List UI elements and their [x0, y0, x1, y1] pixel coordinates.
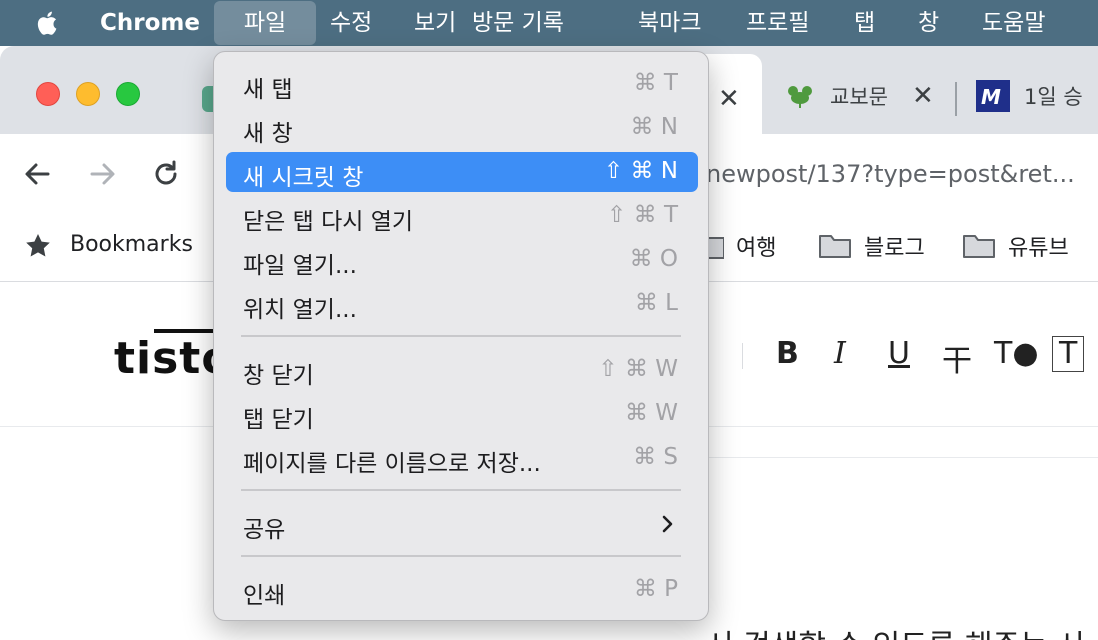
menu-item-label: 공유: [243, 517, 286, 543]
menu-item-label: 새 탭: [243, 77, 293, 103]
toolbar-divider: [742, 343, 743, 369]
divider: [706, 457, 1098, 458]
menu-item-close-window[interactable]: 창 닫기 ⇧ ⌘ W: [226, 350, 698, 390]
menu-help[interactable]: 도움말: [968, 0, 1059, 46]
menu-chrome[interactable]: Chrome: [86, 0, 214, 46]
menu-item-label: 인쇄: [243, 583, 286, 609]
kyobo-favicon-icon: [788, 86, 812, 108]
menu-item-shortcut: ⌘ W: [624, 400, 678, 426]
tab-close-icon[interactable]: ✕: [718, 84, 740, 114]
menu-window[interactable]: 창: [904, 0, 953, 46]
bookmark-folder-label: 블로그: [864, 236, 925, 261]
bookmark-folder-youtube[interactable]: 유튜브: [962, 230, 1069, 262]
apple-logo-icon[interactable]: [34, 8, 62, 38]
menu-separator: [241, 489, 681, 491]
menu-item-shortcut: ⌘ O: [629, 246, 678, 272]
tab-mbc[interactable]: M 1일 승: [976, 76, 1098, 116]
menu-item-label: 닫은 탭 다시 열기: [243, 209, 414, 235]
menu-item-label: 탭 닫기: [243, 407, 314, 433]
file-menu-dropdown: 새 탭 ⌘ T 새 창 ⌘ N 새 시크릿 창 ⇧ ⌘ N 닫은 탭 다시 열기…: [213, 51, 709, 621]
bookmark-folder-travel[interactable]: 여행: [706, 230, 776, 262]
menu-item-shortcut: ⇧ ⌘ T: [607, 202, 678, 228]
menu-item-shortcut: ⌘ S: [633, 444, 678, 470]
menu-item-new-window[interactable]: 새 창 ⌘ N: [226, 108, 698, 148]
svg-text:M: M: [981, 85, 1001, 109]
star-icon: [26, 234, 50, 257]
menu-item-share[interactable]: 공유: [226, 504, 698, 544]
maximize-window-button[interactable]: [116, 82, 140, 106]
menu-item-label: 새 창: [243, 121, 293, 147]
tab-title: 1일 승: [1024, 85, 1083, 109]
tab-title: 교보문: [830, 85, 888, 109]
chevron-right-icon: [662, 515, 673, 533]
close-window-button[interactable]: [36, 82, 60, 106]
address-bar-text[interactable]: newpost/137?type=post&ret...: [706, 160, 1075, 188]
text-background-button[interactable]: T: [1052, 336, 1085, 372]
menu-item-new-incognito-window[interactable]: 새 시크릿 창 ⇧ ⌘ N: [226, 152, 698, 192]
text-color-button[interactable]: T●: [994, 336, 1039, 371]
menu-bookmarks[interactable]: 북마크: [624, 0, 715, 46]
menu-item-shortcut: ⇧ ⌘ N: [603, 158, 678, 184]
folder-icon: [819, 235, 851, 258]
menu-item-label: 페이지를 다른 이름으로 저장...: [243, 451, 541, 477]
underline-button[interactable]: U: [888, 336, 910, 371]
menu-item-label: 파일 열기...: [243, 253, 357, 279]
menu-item-save-page-as[interactable]: 페이지를 다른 이름으로 저장... ⌘ S: [226, 438, 698, 478]
menu-item-print[interactable]: 인쇄 ⌘ P: [226, 570, 698, 610]
italic-button[interactable]: I: [834, 336, 846, 371]
menu-file[interactable]: 파일: [214, 1, 316, 45]
mbc-favicon-icon: M: [976, 80, 1010, 112]
menu-item-close-tab[interactable]: 탭 닫기 ⌘ W: [226, 394, 698, 434]
menu-tab[interactable]: 탭: [840, 0, 889, 46]
menu-item-shortcut: ⌘ N: [630, 114, 678, 140]
bold-button[interactable]: B: [776, 336, 799, 371]
bookmark-folder-label: 여행: [736, 236, 777, 261]
forward-arrow-icon[interactable]: [82, 154, 122, 194]
minimize-window-button[interactable]: [76, 82, 100, 106]
menu-item-shortcut: ⌘ T: [633, 70, 678, 96]
bookmarks-label[interactable]: Bookmarks: [70, 232, 193, 257]
bookmark-folder-blog[interactable]: 블로그: [818, 230, 925, 262]
menu-item-label: 위치 열기...: [243, 297, 357, 323]
menu-profile[interactable]: 프로필: [732, 0, 823, 46]
menu-item-shortcut: ⌘ P: [633, 576, 678, 602]
menu-item-reopen-closed-tab[interactable]: 닫은 탭 다시 열기 ⇧ ⌘ T: [226, 196, 698, 236]
menu-history[interactable]: 방문 기록: [458, 0, 578, 46]
strikethrough-button[interactable]: 干: [942, 336, 972, 380]
folder-icon: [963, 235, 995, 258]
tab-close-icon[interactable]: ✕: [912, 81, 934, 111]
menu-item-shortcut: ⌘ L: [634, 290, 678, 316]
menu-edit[interactable]: 수정: [316, 0, 386, 46]
mac-menu-bar: Chrome 파일 수정 보기 방문 기록 북마크 프로필 탭 창 도움말: [0, 0, 1098, 46]
menu-item-open-location[interactable]: 위치 열기... ⌘ L: [226, 284, 698, 324]
menu-item-label: 새 시크릿 창: [243, 165, 364, 191]
reload-icon[interactable]: [146, 154, 186, 194]
menu-item-label: 창 닫기: [243, 363, 314, 389]
menu-separator: [241, 555, 681, 557]
menu-item-open-file[interactable]: 파일 열기... ⌘ O: [226, 240, 698, 280]
back-arrow-icon[interactable]: [18, 154, 58, 194]
tab-separator: [955, 82, 957, 116]
menu-separator: [241, 335, 681, 337]
menu-item-new-tab[interactable]: 새 탭 ⌘ T: [226, 64, 698, 104]
post-body-text[interactable]: 서 검색할 수 있도록 해주는 시: [706, 621, 1085, 640]
tab-kyobo[interactable]: 교보문 ✕: [784, 76, 944, 116]
menu-item-shortcut: ⇧ ⌘ W: [598, 356, 678, 382]
bookmark-folder-label: 유튜브: [1008, 236, 1069, 261]
